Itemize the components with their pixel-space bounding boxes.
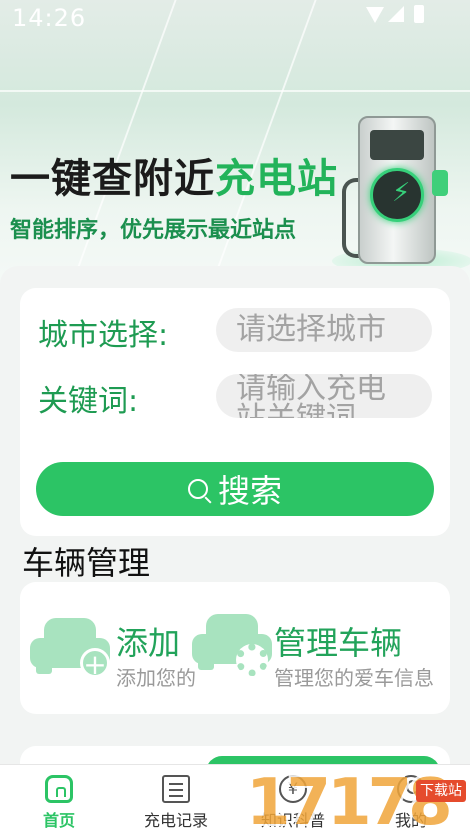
watermark-tag: 下载站 — [416, 780, 466, 802]
hero-title: 一键查附近充电站 — [10, 146, 338, 204]
nav-label-home: 首页 — [42, 811, 75, 830]
keyword-input[interactable]: 请输入充电站关键词 — [216, 374, 432, 418]
hero-title-accent: 充电站 — [215, 156, 338, 202]
search-button-label: 搜索 — [217, 472, 282, 510]
vehicle-section-title: 车辆管理 — [22, 544, 151, 582]
record-icon — [162, 775, 190, 803]
hero-title-main: 一键查附近 — [10, 156, 215, 202]
plus-icon: + — [80, 648, 110, 679]
city-select[interactable]: 请选择城市 — [216, 308, 432, 352]
add-vehicle-title: 添加 — [116, 624, 181, 662]
nav-item-records[interactable]: 充电记录 — [117, 765, 235, 836]
gear-icon — [236, 644, 268, 676]
signal-icon — [388, 6, 404, 22]
search-icon — [187, 479, 208, 499]
nav-item-home[interactable]: 首页 — [0, 765, 118, 836]
charger-screen — [370, 130, 424, 160]
grid-line — [0, 90, 470, 92]
keyword-label: 关键词: — [38, 384, 139, 419]
status-icons — [366, 5, 436, 24]
hero-subtitle: 智能排序，优先展示最近站点 — [10, 218, 297, 243]
vehicle-card: + 添加 添加您的 管理车辆 管理您的爱车信息 — [20, 582, 450, 714]
hero-banner: 一键查附近充电站 智能排序，优先展示最近站点 ⚡ — [0, 0, 470, 300]
city-label: 城市选择: — [38, 318, 169, 353]
manage-vehicle-item[interactable]: 管理车辆 管理您的爱车信息 — [186, 582, 450, 714]
home-icon — [45, 775, 73, 803]
lightning-bolt-icon: ⚡ — [392, 178, 411, 208]
charger-plug — [432, 170, 448, 196]
search-button[interactable]: 搜索 — [36, 462, 434, 516]
manage-vehicle-title: 管理车辆 — [274, 624, 403, 662]
wifi-icon — [366, 7, 384, 23]
status-bar: 14:26 — [0, 0, 470, 36]
nav-label-records: 充电记录 — [143, 811, 208, 830]
manage-vehicle-subtitle: 管理您的爱车信息 — [274, 666, 434, 690]
status-time: 14:26 — [12, 4, 87, 32]
search-card: 城市选择: 请选择城市 关键词: 请输入充电站关键词 搜索 — [20, 288, 450, 536]
charging-station-illustration: ⚡ — [332, 108, 470, 278]
battery-icon — [414, 5, 424, 23]
add-vehicle-subtitle: 添加您的 — [116, 666, 196, 690]
